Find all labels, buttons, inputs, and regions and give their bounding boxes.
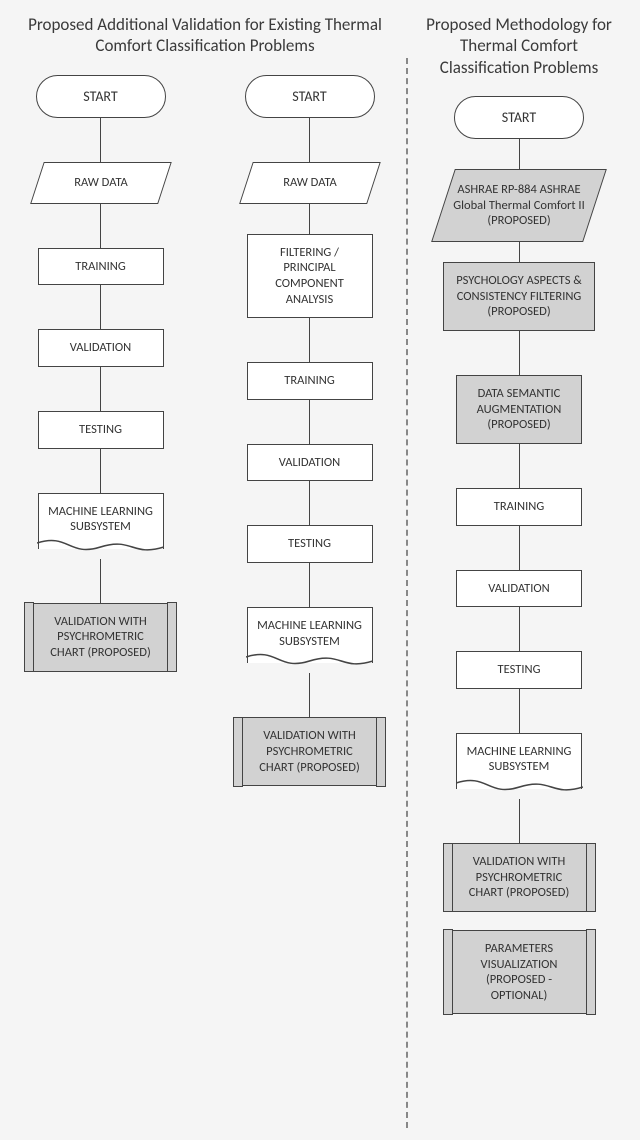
flowchart-b: START RAW DATA FILTERING / PRINCIPAL COM… [219, 75, 400, 787]
left-group: Proposed Additional Validation for Exist… [10, 10, 400, 786]
start-node: START [454, 96, 584, 140]
ashrae-data-node: ASHRAE RP-884 ASHRAE Global Thermal Comf… [431, 169, 607, 242]
validation-node: VALIDATION [456, 570, 582, 608]
psych-filter-node: PSYCHOLOGY ASPECTS & CONSISTENCY FILTERI… [443, 262, 595, 331]
psychro-validation-node: VALIDATION WITH PSYCHROMETRIC CHART (PRO… [25, 603, 177, 672]
param-viz-node: PARAMETERS VISUALIZATION (PROPOSED - OPT… [443, 930, 595, 1015]
start-node: START [245, 75, 375, 119]
raw-data-node: RAW DATA [30, 162, 172, 204]
right-title: Proposed Methodology for Thermal Comfort… [414, 14, 624, 78]
training-node: TRAINING [38, 248, 164, 286]
validation-node: VALIDATION [247, 444, 373, 482]
testing-node: TESTING [38, 411, 164, 449]
testing-node: TESTING [456, 651, 582, 689]
semantic-aug-node: DATA SEMANTIC AUGMENTATION (PROPOSED) [456, 375, 582, 444]
ml-subsystem-node: MACHINE LEARNING SUBSYSTEM [247, 607, 373, 663]
section-divider [406, 58, 408, 1128]
training-node: TRAINING [456, 488, 582, 526]
filtering-pca-node: FILTERING / PRINCIPAL COMPONENT ANALYSIS [247, 234, 373, 319]
left-title: Proposed Additional Validation for Exist… [10, 14, 400, 57]
start-node: START [36, 75, 166, 119]
training-node: TRAINING [247, 362, 373, 400]
psychro-validation-node: VALIDATION WITH PSYCHROMETRIC CHART (PRO… [234, 717, 386, 786]
flowchart-a: START RAW DATA TRAINING VALIDATION TESTI… [10, 75, 191, 672]
testing-node: TESTING [247, 525, 373, 563]
right-group: Proposed Methodology for Thermal Comfort… [414, 10, 624, 1014]
psychro-validation-node: VALIDATION WITH PSYCHROMETRIC CHART (PRO… [443, 843, 595, 912]
validation-node: VALIDATION [38, 329, 164, 367]
ml-subsystem-node: MACHINE LEARNING SUBSYSTEM [456, 733, 582, 789]
flowchart-c: START ASHRAE RP-884 ASHRAE Global Therma… [414, 96, 624, 1015]
raw-data-node: RAW DATA [239, 162, 381, 204]
ml-subsystem-node: MACHINE LEARNING SUBSYSTEM [38, 493, 164, 549]
